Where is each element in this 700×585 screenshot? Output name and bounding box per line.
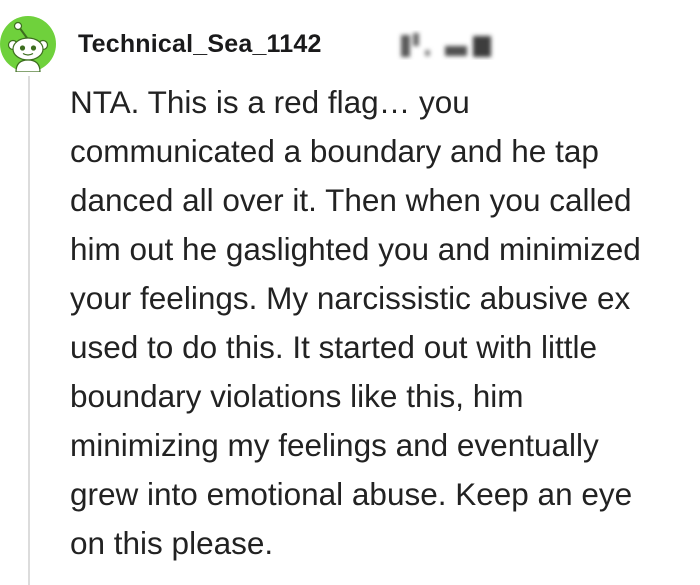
redacted-metadata [395, 30, 500, 60]
comment-author[interactable]: Technical_Sea_1142 [78, 30, 322, 59]
thread-line[interactable] [28, 76, 30, 585]
comment-body: NTA. This is a red flag… you communicate… [70, 84, 641, 561]
snoo-avatar-icon[interactable] [0, 16, 56, 72]
